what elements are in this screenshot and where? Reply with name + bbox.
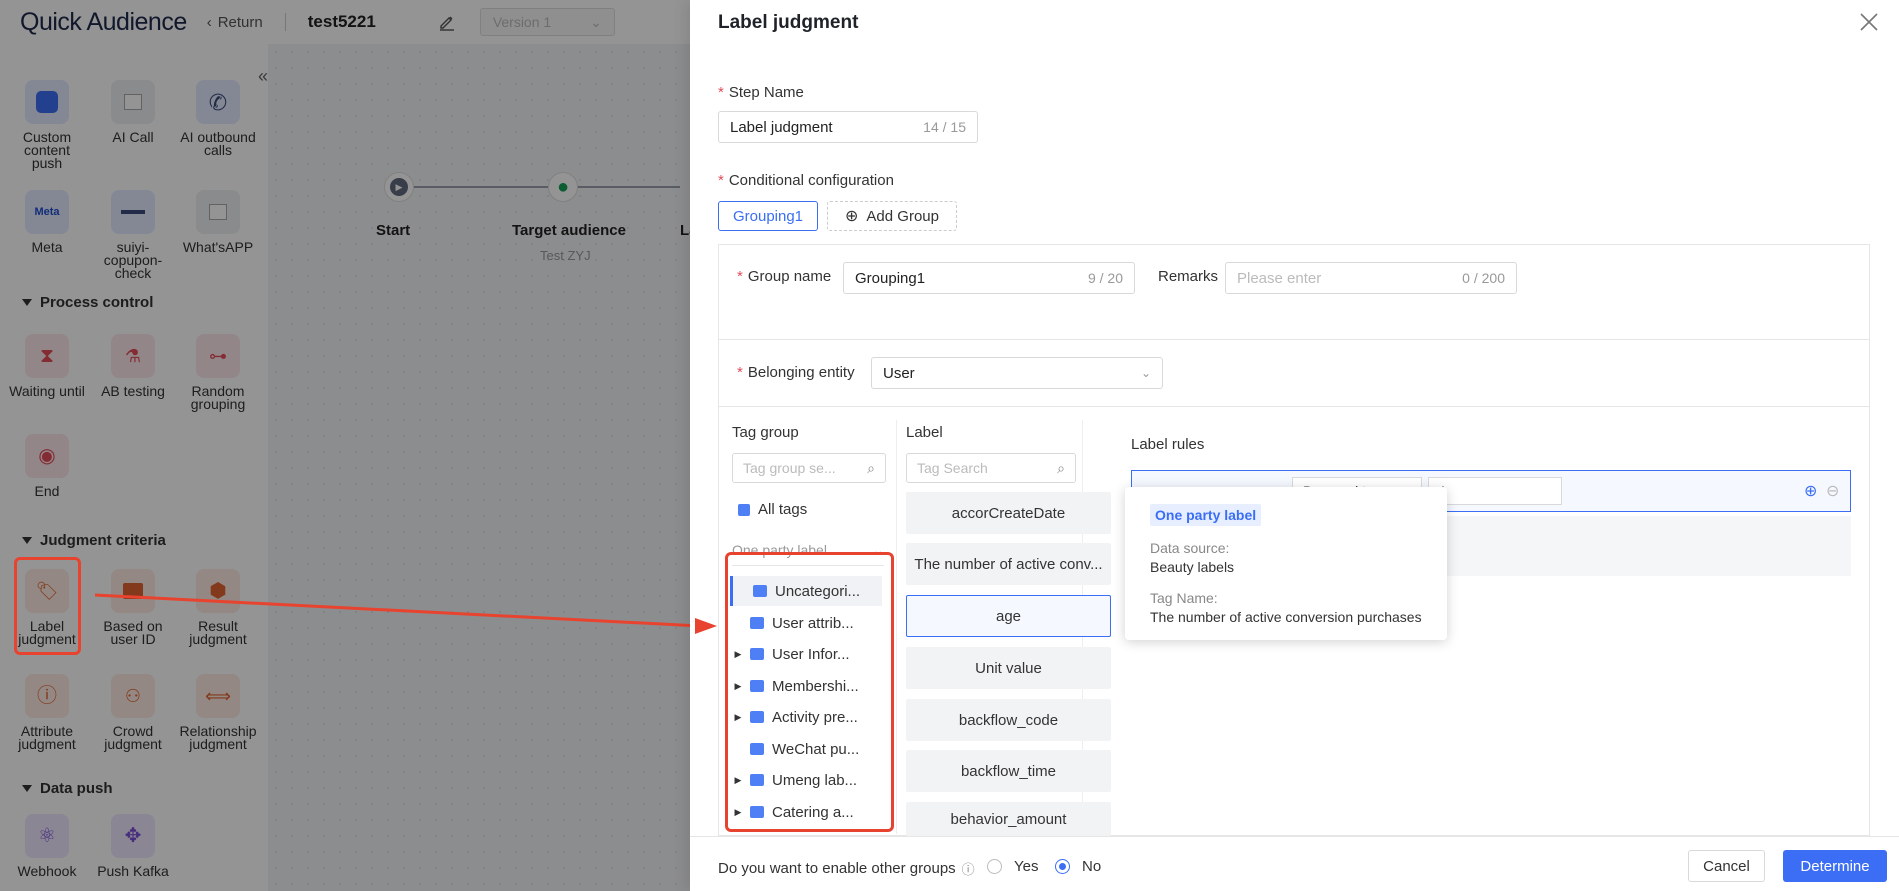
label-item[interactable]: backflow_time xyxy=(906,750,1111,792)
group-name-label: * Group name xyxy=(737,268,832,285)
divider xyxy=(719,339,1869,340)
divider xyxy=(690,836,1899,837)
radio-no[interactable]: No xyxy=(1055,858,1101,875)
label-item[interactable]: The number of active conv... xyxy=(906,543,1111,585)
label-column-title: Label xyxy=(906,424,943,441)
tag-group-title: Tag group xyxy=(732,424,799,441)
tooltip-tagname-value: The number of active conversion purchase… xyxy=(1150,609,1422,625)
label-item[interactable]: behavior_amount xyxy=(906,802,1111,836)
tab-grouping1[interactable]: Grouping1 xyxy=(718,201,818,231)
rule-value-input[interactable]: 1 xyxy=(1428,477,1562,505)
search-icon: ⌕ xyxy=(867,459,875,476)
chevron-down-icon: ⌄ xyxy=(1140,366,1151,380)
plus-circle-icon[interactable]: ⊕ xyxy=(1804,481,1817,501)
group-name-input[interactable]: Grouping1 9 / 20 xyxy=(843,262,1135,294)
remarks-label: Remarks xyxy=(1158,268,1219,285)
label-item[interactable]: Unit value xyxy=(906,647,1111,689)
help-icon[interactable]: ⓘ xyxy=(962,859,975,878)
tooltip-source-key: Data source: xyxy=(1150,540,1230,556)
step-name-input[interactable]: Label judgment 14 / 15 xyxy=(718,111,978,143)
belonging-entity-select[interactable]: User ⌄ xyxy=(871,357,1163,389)
modal-overlay[interactable] xyxy=(0,0,700,891)
minus-circle-icon[interactable]: ⊖ xyxy=(1826,481,1839,501)
annotation-highlight-tile xyxy=(14,557,81,655)
all-tags-item[interactable]: All tags xyxy=(738,501,807,518)
label-item[interactable]: backflow_code xyxy=(906,699,1111,741)
add-group-button[interactable]: ⊕ Add Group xyxy=(827,201,957,231)
belonging-entity-label: * Belonging entity xyxy=(737,364,855,381)
radio-yes[interactable]: Yes xyxy=(987,858,1038,875)
annotation-highlight-tree xyxy=(725,552,894,832)
radio-yes-circle[interactable] xyxy=(987,859,1002,874)
tooltip-badge: One party label xyxy=(1150,504,1262,526)
tooltip-source-value: Beauty labels xyxy=(1150,559,1235,575)
step-name-label: * Step Name xyxy=(718,84,804,101)
search-icon: ⌕ xyxy=(1057,459,1065,476)
tag-group-search[interactable]: Tag group se... ⌕ xyxy=(732,453,886,483)
label-item-selected[interactable]: age xyxy=(906,595,1111,637)
drawer-title: Label judgment xyxy=(718,12,859,33)
divider xyxy=(719,406,1869,407)
annotation-arrowhead xyxy=(695,618,717,634)
radio-no-circle[interactable] xyxy=(1055,859,1070,874)
cancel-button[interactable]: Cancel xyxy=(1688,850,1765,882)
remarks-input[interactable]: Please enter 0 / 200 xyxy=(1225,262,1517,294)
label-rules-title: Label rules xyxy=(1131,436,1205,453)
close-icon[interactable] xyxy=(1857,10,1881,34)
tag-search-input[interactable]: Tag Search ⌕ xyxy=(906,453,1076,483)
other-groups-question: Do you want to enable other groups ⓘ xyxy=(718,859,975,878)
plus-circle-icon: ⊕ xyxy=(845,208,859,225)
conditional-config-label: * Conditional configuration xyxy=(718,172,894,189)
tooltip-tagname-key: Tag Name: xyxy=(1150,590,1218,606)
tags-icon xyxy=(738,503,750,516)
determine-button[interactable]: Determine xyxy=(1783,850,1887,882)
label-item[interactable]: accorCreateDate xyxy=(906,492,1111,534)
column-divider xyxy=(896,420,897,834)
label-tooltip: One party label Data source: Beauty labe… xyxy=(1125,487,1447,640)
